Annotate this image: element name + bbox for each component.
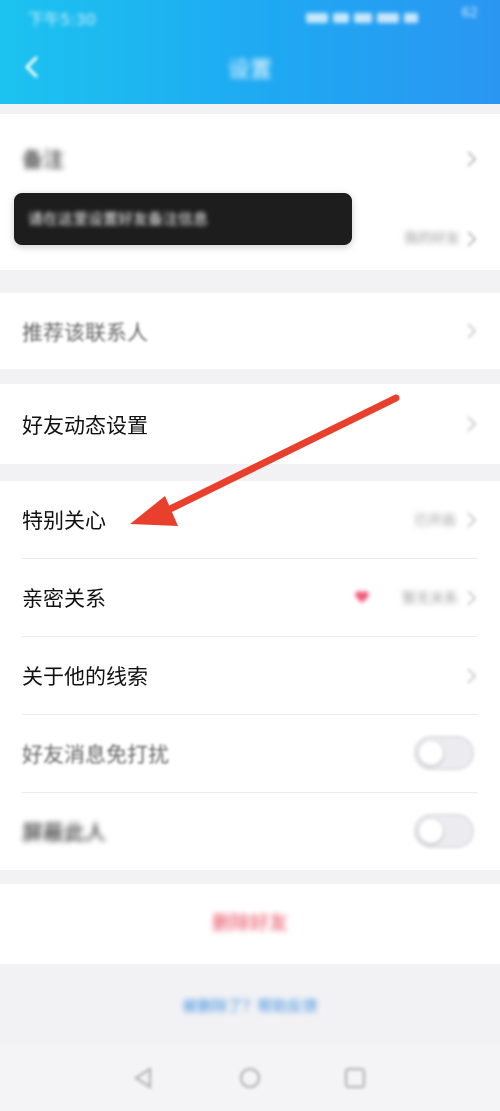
nav-back-icon[interactable] <box>130 1065 156 1091</box>
tooltip-text: 请在这里设置好友备注信息 <box>28 210 209 228</box>
page-title: 设置 <box>227 58 272 83</box>
group-value: 我的好友 <box>404 231 460 247</box>
relationship-section: 特别关心 已开启 亲密关系 暂无关系 关于他的线索 好友消息免打扰 屏蔽此人 <box>0 481 500 870</box>
remark-section: 备注 我的好友 <box>0 114 500 270</box>
chevron-right-icon <box>466 666 478 686</box>
chevron-right-icon <box>466 149 478 169</box>
clues-row[interactable]: 关于他的线索 <box>0 637 500 714</box>
friend-moments-label: 好友动态设置 <box>22 414 148 438</box>
tooltip: 请在这里设置好友备注信息 <box>14 193 352 245</box>
battery-indicator: 62 <box>461 6 478 21</box>
recommend-label: 推荐该联系人 <box>22 321 148 345</box>
remark-row[interactable]: 备注 <box>0 114 500 204</box>
special-care-row[interactable]: 特别关心 已开启 <box>0 481 500 558</box>
intimacy-label: 亲密关系 <box>22 587 106 611</box>
dnd-label: 好友消息免打扰 <box>22 743 169 767</box>
special-care-label: 特别关心 <box>22 509 106 533</box>
block-row: 屏蔽此人 <box>0 793 500 870</box>
nav-home-icon[interactable] <box>237 1065 263 1091</box>
intimacy-value: 暂无关系 <box>402 591 458 607</box>
help-feedback-link[interactable]: 被删除了？帮助反馈 <box>0 995 500 1016</box>
dnd-toggle[interactable] <box>414 736 474 770</box>
delete-friend-button[interactable]: 删除好友 <box>0 908 500 935</box>
friend-moments-row[interactable]: 好友动态设置 <box>0 384 500 464</box>
chevron-right-icon <box>466 510 478 530</box>
system-nav-bar <box>0 1045 500 1111</box>
title-bar: 下午5:30 62 设置 <box>0 0 500 104</box>
status-bar: 下午5:30 62 <box>0 0 500 34</box>
moments-section: 好友动态设置 <box>0 384 500 464</box>
nav-recents-icon[interactable] <box>342 1065 368 1091</box>
clues-label: 关于他的线索 <box>22 665 148 689</box>
recommend-section: 推荐该联系人 <box>0 293 500 369</box>
special-care-value: 已开启 <box>414 513 456 529</box>
chevron-right-icon <box>466 229 478 249</box>
status-icons <box>306 8 434 23</box>
block-label: 屏蔽此人 <box>22 821 106 845</box>
dnd-row: 好友消息免打扰 <box>0 715 500 792</box>
status-time: 下午5:30 <box>28 10 96 29</box>
heart-icon <box>354 589 370 605</box>
chevron-right-icon <box>466 588 478 608</box>
intimacy-row[interactable]: 亲密关系 暂无关系 <box>0 559 500 636</box>
block-toggle[interactable] <box>414 814 474 848</box>
remark-label: 备注 <box>22 148 64 172</box>
chevron-right-icon <box>466 321 478 341</box>
recommend-row[interactable]: 推荐该联系人 <box>0 293 500 369</box>
chevron-right-icon <box>466 414 478 434</box>
